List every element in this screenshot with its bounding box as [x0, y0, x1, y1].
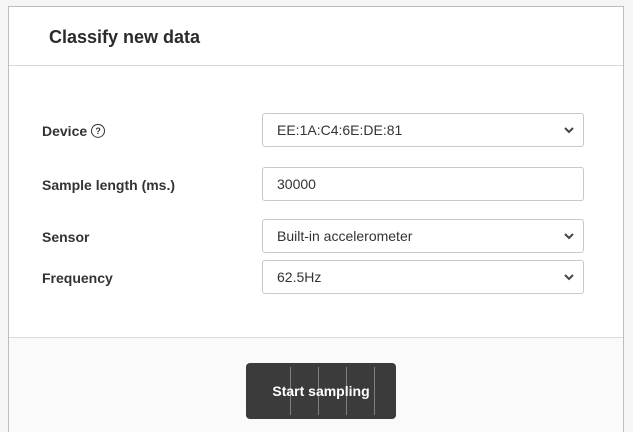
- chevron-down-icon: [564, 233, 574, 240]
- frequency-select-value: 62.5Hz: [277, 269, 322, 285]
- sample-length-label: Sample length (ms.): [42, 177, 176, 193]
- button-divider-line: [290, 367, 291, 415]
- title-divider: [9, 65, 623, 66]
- sensor-row: Sensor Built-in accelerometer: [9, 219, 623, 255]
- frequency-select[interactable]: 62.5Hz: [262, 260, 584, 294]
- frequency-label: Frequency: [42, 270, 113, 286]
- sensor-label: Sensor: [42, 229, 90, 245]
- sample-length-input[interactable]: 30000: [262, 167, 584, 201]
- sensor-select-value: Built-in accelerometer: [277, 228, 413, 244]
- device-label-wrap: Device?: [42, 122, 106, 139]
- chevron-down-icon: [564, 274, 574, 281]
- page: Classify new data Device? EE:1A:C4:6E:DE…: [0, 0, 633, 432]
- sensor-select[interactable]: Built-in accelerometer: [262, 219, 584, 253]
- button-divider-line: [374, 367, 375, 415]
- sample-length-row: Sample length (ms.) 30000: [9, 167, 623, 203]
- question-circle-icon[interactable]: ?: [91, 124, 106, 139]
- start-sampling-button[interactable]: Start sampling: [246, 363, 396, 419]
- chevron-down-icon: [564, 127, 574, 134]
- device-select-value: EE:1A:C4:6E:DE:81: [277, 122, 403, 138]
- button-divider-line: [318, 367, 319, 415]
- start-sampling-label: Start sampling: [272, 383, 370, 399]
- device-select[interactable]: EE:1A:C4:6E:DE:81: [262, 113, 584, 147]
- classify-card: Classify new data Device? EE:1A:C4:6E:DE…: [8, 6, 624, 432]
- device-label: Device: [42, 122, 88, 139]
- device-row: Device? EE:1A:C4:6E:DE:81: [9, 113, 623, 149]
- frequency-row: Frequency 62.5Hz: [9, 260, 623, 296]
- button-divider-line: [346, 367, 347, 415]
- sample-length-value: 30000: [277, 176, 316, 192]
- card-title: Classify new data: [49, 27, 201, 47]
